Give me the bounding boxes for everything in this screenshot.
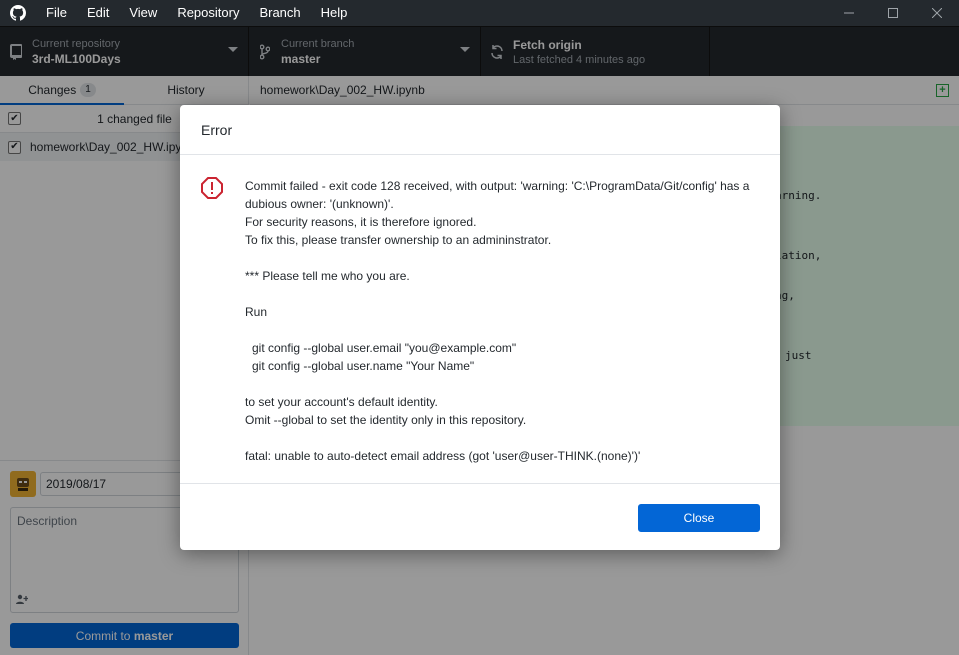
dialog-body: Commit failed - exit code 128 received, … [180, 155, 780, 484]
message-line: Run [245, 305, 268, 319]
message-line: git config --global user.email "you@exam… [252, 341, 517, 355]
menu-bar: File Edit View Repository Branch Help [36, 0, 357, 26]
message-line [245, 321, 760, 339]
dialog-title: Error [201, 121, 233, 138]
menu-edit[interactable]: Edit [77, 0, 119, 26]
close-button[interactable]: Close [638, 503, 760, 532]
dialog-footer: Close [180, 485, 780, 550]
message-line: to set your account's default identity. [245, 395, 438, 409]
maximize-icon[interactable] [871, 0, 915, 26]
message-line: To fix this, please transfer ownership t… [245, 233, 552, 247]
title-bar: File Edit View Repository Branch Help [0, 0, 959, 26]
message-line: For security reasons, it is therefore ig… [245, 215, 477, 229]
message-line [245, 249, 760, 267]
message-line [245, 285, 760, 303]
menu-view[interactable]: View [119, 0, 167, 26]
minimize-icon[interactable] [827, 0, 871, 26]
error-dialog: Error Commit failed - exit code 128 rece… [180, 105, 780, 550]
menu-repository[interactable]: Repository [167, 0, 249, 26]
github-logo-icon [0, 0, 36, 26]
message-line [245, 429, 760, 447]
message-line: fatal: unable to auto-detect email addre… [245, 449, 641, 463]
menu-branch[interactable]: Branch [249, 0, 310, 26]
message-line: *** Please tell me who you are. [245, 269, 410, 283]
message-line: git config --global user.name "Your Name… [252, 359, 475, 373]
menu-help[interactable]: Help [311, 0, 358, 26]
message-line: Omit --global to set the identity only i… [245, 413, 527, 427]
close-window-icon[interactable] [915, 0, 959, 26]
message-line: Commit failed - exit code 128 received, … [245, 179, 750, 211]
menu-file[interactable]: File [36, 0, 77, 26]
dialog-header: Error [180, 105, 780, 155]
error-icon [201, 177, 223, 202]
window-controls [827, 0, 959, 26]
message-line [245, 375, 760, 393]
error-message: Commit failed - exit code 128 received, … [245, 177, 760, 465]
